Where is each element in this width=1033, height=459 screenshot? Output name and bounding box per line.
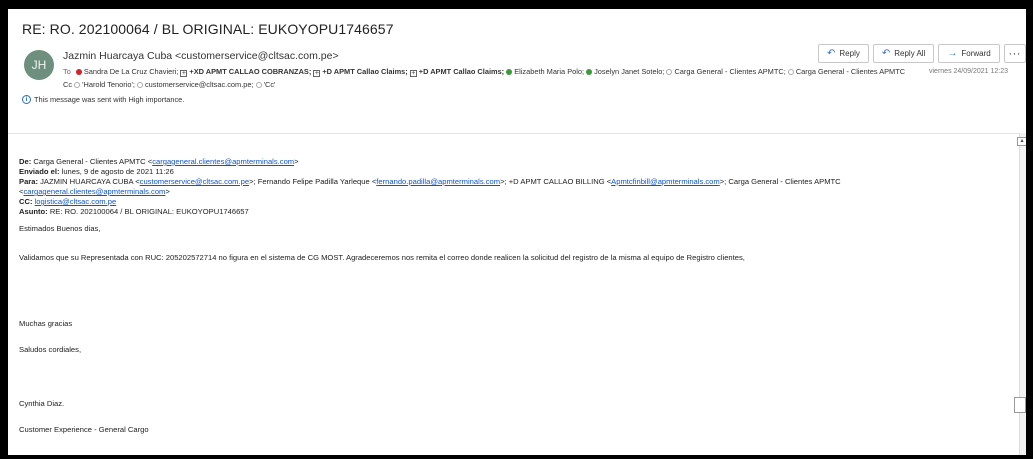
group-icon: + [409,69,417,77]
scroll-up-icon[interactable]: ▴ [1017,137,1026,146]
email-link[interactable]: Apmtcfinbill@apmterminals.com [611,177,720,186]
signature-title: Customer Experience - General Cargo [19,425,149,434]
quoted-from: De: Carga General - Clientes APMTC <carg… [19,157,1009,167]
from-name: Carga General - Clientes APMTC < [33,157,153,166]
quoted-to: Para: JAZMIN HUARCAYA CUBA <customerserv… [19,177,1009,187]
to-recipient[interactable]: Sandra De La Cruz Chavieri; [75,67,179,76]
presence-red-icon [75,68,82,75]
from-label: De: [19,157,32,166]
to-quoted-text: >; +D APMT CALLAO BILLING < [500,177,612,186]
recipient-name: Carga General - Clientes APMTC; [674,67,786,76]
quoted-cc: CC: logistica@cltsac.com.pe [19,197,1009,207]
subject-quoted-label: Asunto: [19,207,48,216]
forward-button[interactable]: → Forward [938,44,1000,63]
to-recipient[interactable]: + +XD APMT CALLAO COBRANZAS; [180,67,312,77]
cc-recipient[interactable]: 'Cc' [264,80,276,89]
group-icon: + [180,69,188,77]
recipient-name: +XD APMT CALLAO COBRANZAS; [189,67,312,76]
cc-label: Cc [63,80,73,89]
presence-green-icon [586,68,593,75]
reply-label: Reply [839,49,860,58]
to-recipient[interactable]: + +D APMT Callao Claims; [409,67,505,77]
recipient-name: Sandra De La Cruz Chavieri; [83,67,179,76]
sent-value: lunes, 9 de agosto de 2021 11:26 [61,167,174,176]
recipient-name: Carga General - Clientes APMTC [795,67,906,76]
message-actions: ↶ Reply ↶ Reply All → Forward ··· [818,44,1026,63]
info-icon: i [22,95,31,104]
email-link[interactable]: customerservice@cltsac.com.pe [140,177,249,186]
recipient-name: Joselyn Janet Sotelo; [594,67,665,76]
email-reading-pane: RE: RO. 202100064 / BL ORIGINAL: EUKOYOP… [8,9,1026,455]
body-thanks: Muchas gracias [19,319,73,328]
reply-all-icon: ↶ [881,48,891,59]
cc-recipient[interactable]: customerservice@cltsac.com.pe; [145,80,254,89]
signature-name: Cynthia Diaz. [19,399,65,408]
recipient-name: Elizabeth Maria Polo; [514,67,585,76]
header-divider [8,133,1019,134]
sender-avatar[interactable]: JH [24,50,54,80]
body-greeting: Estimados Buenos dias, [19,224,101,233]
from-end: > [294,157,299,166]
to-quoted-text: >; Carga General - Clientes APMTC [719,177,841,186]
quoted-subject: Asunto: RE: RO. 202100064 / BL ORIGINAL:… [19,207,1009,217]
presence-empty-icon [136,81,143,88]
received-date: viernes 24/09/2021 12:23 [929,68,1009,75]
reply-all-label: Reply All [894,49,926,58]
quoted-to-continued: <cargageneral.clientes@apmterminals.com> [19,187,1009,197]
reply-button[interactable]: ↶ Reply [818,44,869,63]
presence-empty-icon [666,68,673,75]
email-link[interactable]: fernando.padilla@apmterminals.com [376,177,500,186]
recipient-name: +D APMT Callao Claims; [418,67,505,76]
presence-empty-icon [787,68,794,75]
presence-empty-icon [74,81,81,88]
email-subject: RE: RO. 202100064 / BL ORIGINAL: EUKOYOP… [22,21,394,37]
to-recipient[interactable]: + +D APMT Callao Claims; [313,67,408,77]
to-recipient[interactable]: Carga General - Clientes APMTC; [666,67,786,76]
to-recipient[interactable]: Elizabeth Maria Polo; [506,67,584,76]
group-icon: + [313,69,321,77]
body-message: Validamos que su Representada con RUC: 2… [19,253,745,262]
sent-label: Enviado el: [19,167,60,176]
recipient-name: +D APMT Callao Claims; [322,67,408,76]
to-recipients: To Sandra De La Cruz Chavieri; + +XD APMT… [63,67,905,77]
from-email-link[interactable]: cargageneral.clientes@apmterminals.com [152,157,294,166]
importance-notice: i This message was sent with High import… [22,95,184,104]
importance-text: This message was sent with High importan… [34,95,185,104]
email-link[interactable]: cargageneral.clientes@apmterminals.com [23,187,165,196]
presence-green-icon [506,68,513,75]
reply-icon: ↶ [827,48,836,59]
email-link[interactable]: logistica@cltsac.com.pe [35,197,117,206]
to-quoted-text: JAZMIN HUARCAYA CUBA < [40,177,140,186]
scroll-thumb[interactable] [1014,397,1026,413]
subject-quoted-value: RE: RO. 202100064 / BL ORIGINAL: EUKOYOP… [49,207,249,216]
cc-recipients: Cc 'Harold Tenorio'; customerservice@clt… [63,80,275,89]
more-actions-button[interactable]: ··· [1003,44,1026,63]
to-recipient[interactable]: Joselyn Janet Sotelo; [586,67,664,76]
to-quoted-label: Para: [19,177,38,186]
forward-icon: → [947,48,958,59]
presence-empty-icon [255,81,262,88]
sender-name[interactable]: Jazmin Huarcaya Cuba <customerservice@cl… [63,50,339,62]
to-recipient[interactable]: Carga General - Clientes APMTC [787,67,906,76]
to-quoted-text: > [165,187,170,196]
to-label: To [63,67,71,76]
to-quoted-text: >; Fernando Felipe Padilla Yarleque < [249,177,377,186]
more-icon: ··· [1008,47,1021,60]
body-regards: Saludos cordiales, [19,345,82,354]
forward-label: Forward [961,49,991,58]
quoted-header: De: Carga General - Clientes APMTC <carg… [19,157,1009,217]
quoted-sent: Enviado el: lunes, 9 de agosto de 2021 1… [19,167,1009,177]
reply-all-button[interactable]: ↶ Reply All [872,44,935,63]
cc-quoted-label: CC: [19,197,33,206]
cc-recipient[interactable]: 'Harold Tenorio'; [82,80,135,89]
